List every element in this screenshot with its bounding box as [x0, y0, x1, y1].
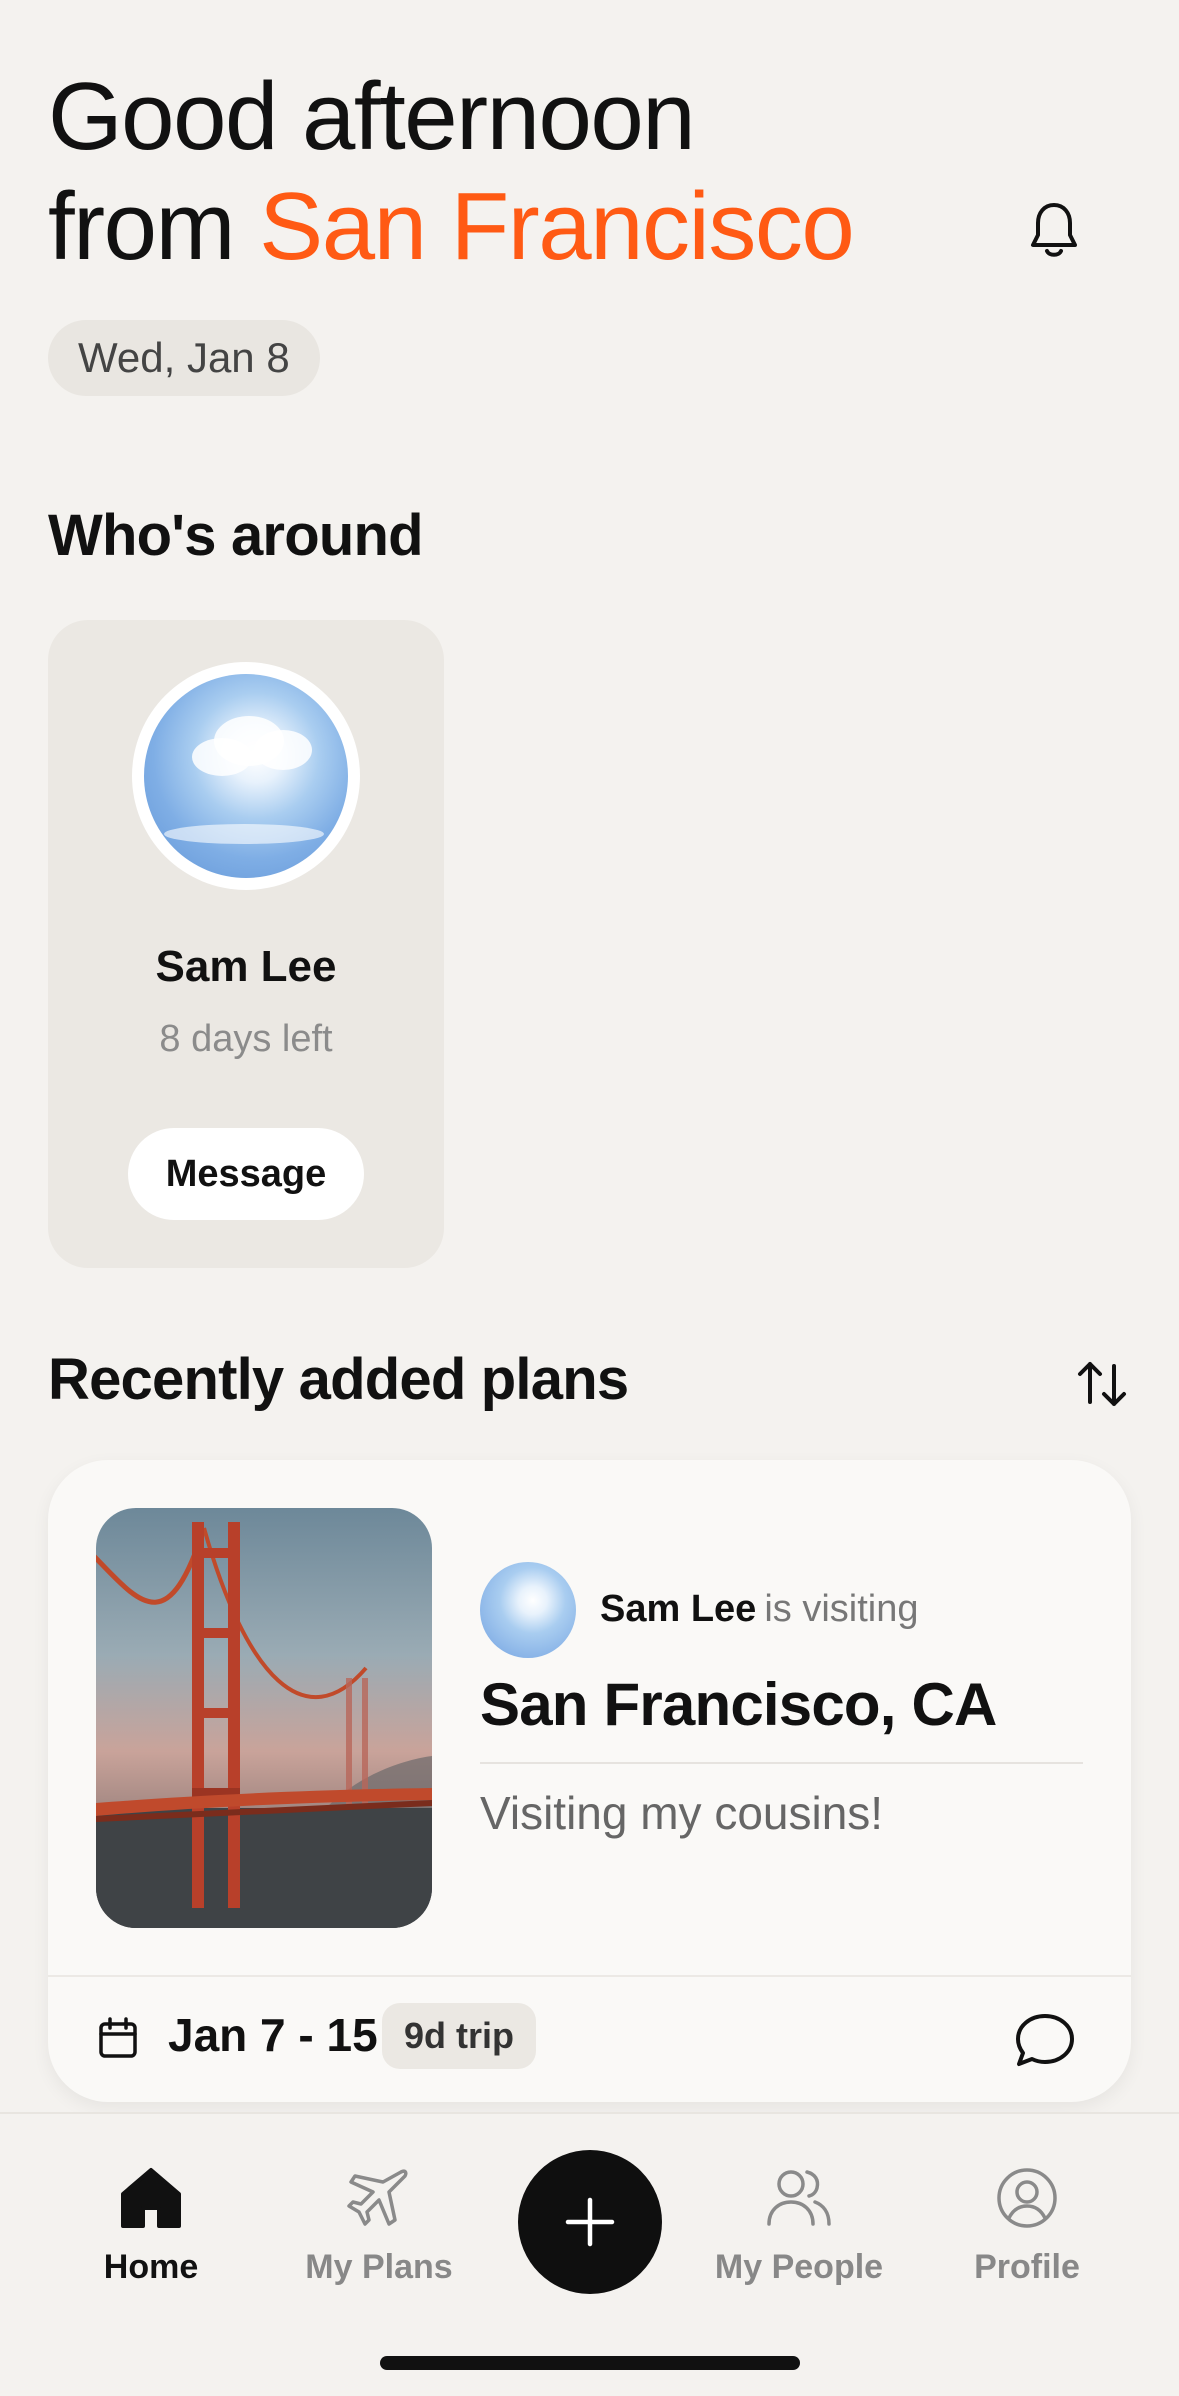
- tab-profile[interactable]: Profile: [927, 2162, 1127, 2287]
- sort-icon[interactable]: [1072, 1354, 1132, 1414]
- avatar: [132, 662, 360, 890]
- profile-icon: [997, 2168, 1057, 2228]
- calendar-icon: [99, 2017, 137, 2058]
- tab-profile-label: Profile: [974, 2248, 1080, 2286]
- people-icon: [767, 2170, 831, 2226]
- plus-icon: [565, 2197, 615, 2247]
- plan-visiting-text: is visiting: [764, 1588, 919, 1630]
- greeting-line1: Good afternoon: [48, 63, 696, 170]
- home-indicator: [380, 2356, 800, 2370]
- tab-my-plans-label: My Plans: [305, 2248, 453, 2286]
- plan-divider: [480, 1762, 1083, 1764]
- plane-icon: [347, 2169, 408, 2226]
- notifications-bell-icon[interactable]: [1022, 198, 1086, 262]
- greeting-city: San Francisco: [259, 173, 855, 280]
- plan-dates: Jan 7 - 15: [168, 2009, 378, 2061]
- message-button[interactable]: Message: [128, 1128, 364, 1220]
- golden-gate-photo: [96, 1508, 432, 1928]
- date-chip: Wed, Jan 8: [48, 320, 320, 396]
- tab-home-label: Home: [103, 2248, 199, 2286]
- tab-home[interactable]: Home: [51, 2162, 251, 2287]
- greeting-from: from: [48, 173, 236, 280]
- person-days-left: 8 days left: [159, 1018, 333, 1060]
- plan-note: Visiting my cousins!: [480, 1787, 884, 1839]
- plan-footer-divider: [48, 1975, 1131, 1977]
- greeting-heading: Good afternoon from San Francisco: [48, 62, 855, 282]
- home-icon: [121, 2168, 181, 2228]
- plan-destination: San Francisco, CA: [480, 1671, 997, 1738]
- person-card[interactable]: Sam Lee 8 days left Message: [48, 620, 444, 1268]
- bottom-tab-bar: Home My Plans My People Profile: [0, 2112, 1179, 2396]
- whos-around-title: Who's around: [48, 503, 424, 568]
- plan-card[interactable]: Sam Lee is visiting San Francisco, CA Vis…: [48, 1460, 1131, 2102]
- add-plan-button[interactable]: [518, 2150, 662, 2294]
- visitor-avatar: [480, 1562, 576, 1658]
- tab-my-plans[interactable]: My Plans: [279, 2162, 479, 2287]
- tab-my-people[interactable]: My People: [699, 2162, 899, 2287]
- comment-icon[interactable]: [1012, 2008, 1078, 2074]
- plan-visitor-name: Sam Lee: [600, 1588, 757, 1630]
- tab-my-people-label: My People: [714, 2248, 884, 2286]
- home-screen: Good afternoon from San Francisco Wed, J…: [0, 0, 1179, 2396]
- person-name: Sam Lee: [155, 942, 337, 991]
- trip-duration-badge: 9d trip: [382, 2003, 537, 2069]
- plan-visitor-line: Sam Lee is visiting: [600, 1588, 918, 1631]
- recent-plans-title: Recently added plans: [48, 1347, 629, 1412]
- greeting-line2: from San Francisco: [48, 172, 855, 282]
- sky-avatar-photo: [144, 674, 348, 878]
